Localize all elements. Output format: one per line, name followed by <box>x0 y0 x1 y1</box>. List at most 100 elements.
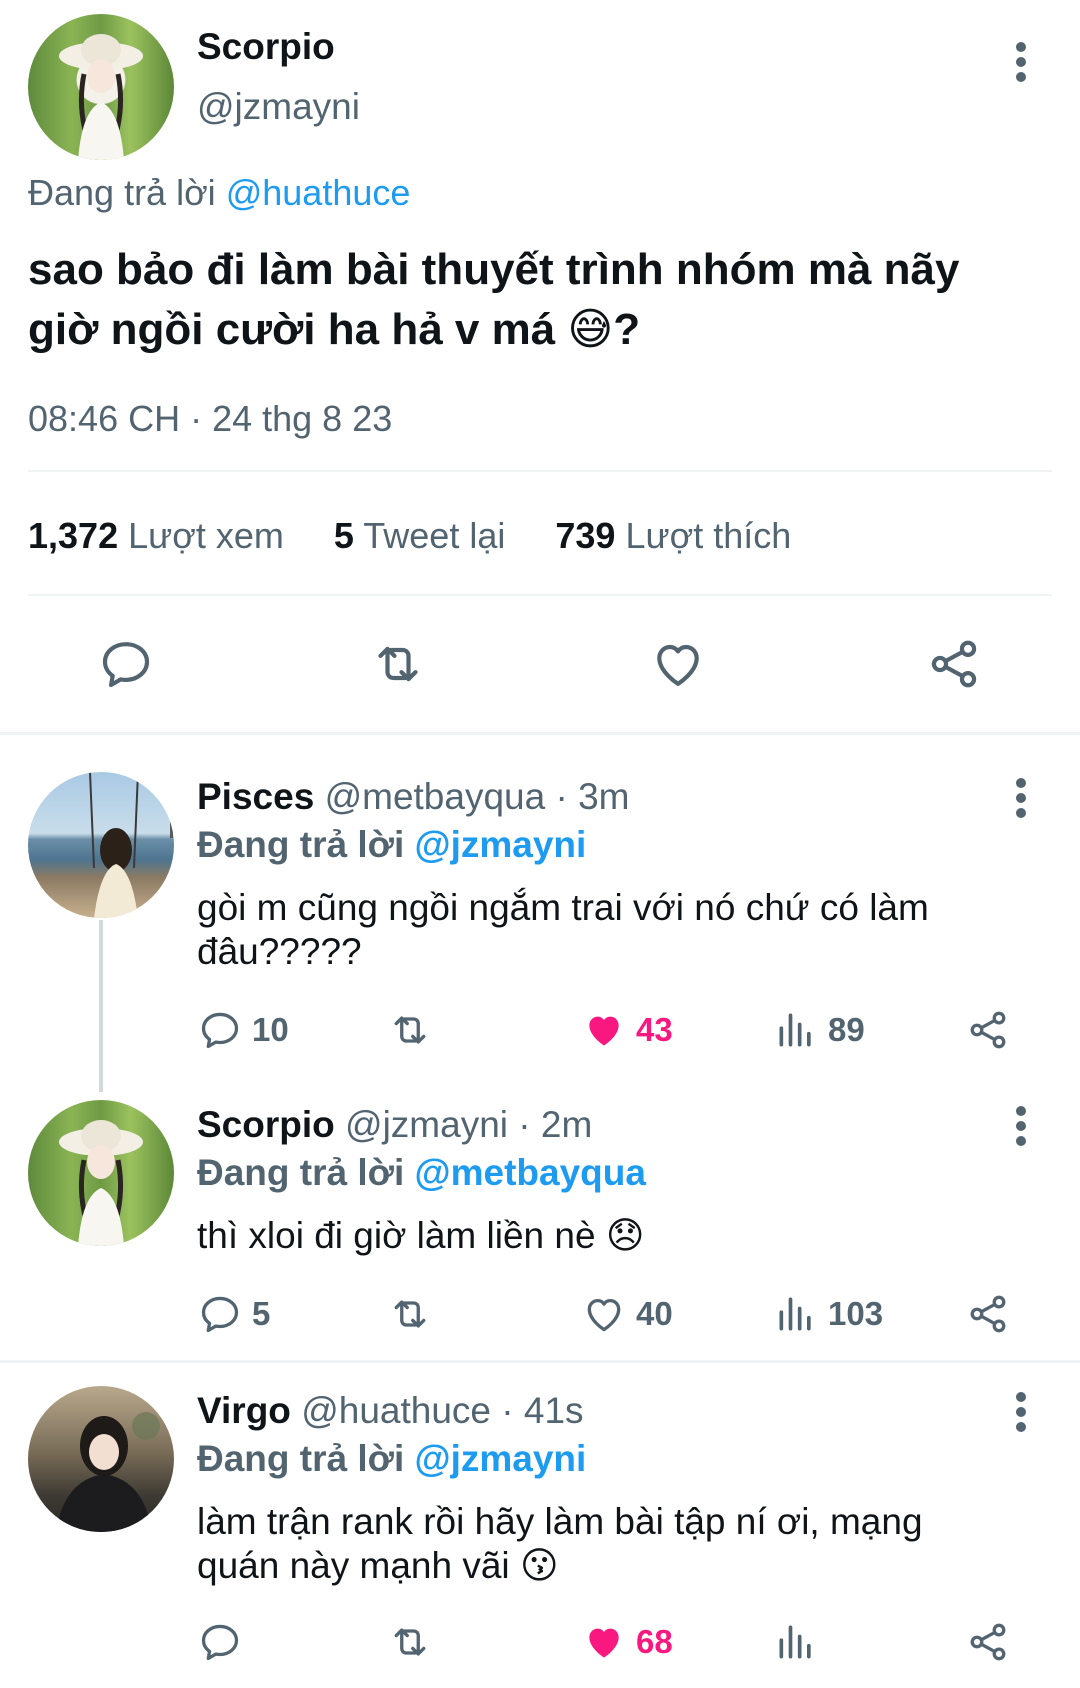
reply-button[interactable] <box>98 636 154 692</box>
main-avatar[interactable] <box>28 14 174 160</box>
views-label[interactable]: Lượt xem <box>128 515 284 556</box>
reply-handle[interactable]: @huathuce <box>301 1390 491 1431</box>
section-divider <box>0 1360 1080 1363</box>
retweet-icon <box>388 1292 432 1336</box>
section-divider <box>0 732 1080 735</box>
views-count: 1,372 <box>28 515 119 556</box>
reply-avatar[interactable] <box>28 1386 174 1532</box>
more-icon[interactable] <box>1015 1106 1027 1146</box>
likes-count: 739 <box>555 515 616 556</box>
reply-count: 10 <box>252 1011 289 1048</box>
reply-display-name[interactable]: Pisces <box>197 776 314 817</box>
share-button[interactable] <box>966 1008 1010 1052</box>
reply-icon <box>198 1292 242 1336</box>
like-button[interactable]: 43 <box>582 1008 673 1052</box>
reply-text: thì xloi đi giờ làm liền nè 😞 <box>197 1215 645 1256</box>
reply-icon <box>98 636 154 692</box>
share-button[interactable] <box>926 636 982 692</box>
like-icon <box>582 1620 626 1664</box>
sweat-smile-emoji: 😅 <box>567 305 614 354</box>
retweet-button[interactable] <box>388 1620 432 1664</box>
replying-to-handle[interactable]: @jzmayni <box>415 1438 587 1479</box>
share-button[interactable] <box>966 1292 1010 1336</box>
replying-to-handle[interactable]: @metbayqua <box>415 1152 646 1193</box>
reply-icon <box>198 1008 242 1052</box>
replying-to-handle[interactable]: @jzmayni <box>415 824 587 865</box>
retweet-icon <box>388 1620 432 1664</box>
tweet-text-line-1: sao bảo đi làm bài thuyết trình nhóm mà … <box>28 245 960 294</box>
kissing-emoji: 😗 <box>519 1545 559 1586</box>
like-count: 68 <box>636 1623 673 1660</box>
reply-handle[interactable]: @metbayqua <box>325 776 546 817</box>
views-button[interactable] <box>774 1620 818 1664</box>
divider <box>28 470 1052 472</box>
view-count: 89 <box>828 1011 865 1048</box>
tweet-text-line-2: giờ ngồi cười ha hả v má 😅? <box>28 305 641 354</box>
share-icon <box>966 1620 1010 1664</box>
reply-text: gòi m cũng ngồi ngắm trai với nó chứ có … <box>197 887 929 972</box>
thread-line <box>99 920 103 1092</box>
like-button[interactable] <box>650 636 706 692</box>
reply-icon <box>198 1620 242 1664</box>
likes-label[interactable]: Lượt thích <box>625 515 791 556</box>
reply-avatar[interactable] <box>28 1100 174 1246</box>
like-count: 40 <box>636 1295 673 1332</box>
retweet-button[interactable] <box>370 636 426 692</box>
like-icon <box>582 1008 626 1052</box>
views-button[interactable]: 103 <box>774 1292 883 1336</box>
reply-display-name[interactable]: Virgo <box>197 1390 291 1431</box>
replying-to-handle[interactable]: @huathuce <box>226 172 411 213</box>
retweet-icon <box>370 636 426 692</box>
more-icon[interactable] <box>1015 42 1027 82</box>
more-icon[interactable] <box>1015 778 1027 818</box>
share-icon <box>966 1292 1010 1336</box>
reply-header: Virgo @huathuce · 41s <box>197 1390 584 1432</box>
replying-to-line: Đang trả lời @jzmayni <box>197 1438 586 1480</box>
reply-text: làm trận rank rồi hãy làm bài tập ní ơi,… <box>197 1501 923 1586</box>
reply-time[interactable]: · 2m <box>508 1104 592 1145</box>
retweets-label[interactable]: Tweet lại <box>363 515 505 556</box>
retweets-count: 5 <box>333 515 354 556</box>
like-button[interactable]: 40 <box>582 1292 673 1336</box>
share-icon <box>926 636 982 692</box>
more-icon[interactable] <box>1015 1392 1027 1432</box>
replying-prefix: Đang trả lời <box>197 1438 405 1479</box>
replying-prefix: Đang trả lời <box>28 172 216 213</box>
replying-prefix: Đang trả lời <box>197 1152 405 1193</box>
reply-header: Pisces @metbayqua · 3m <box>197 776 629 818</box>
views-icon <box>774 1292 818 1336</box>
reply-button[interactable]: 10 <box>198 1008 289 1052</box>
reply-handle[interactable]: @jzmayni <box>345 1104 508 1145</box>
reply-time[interactable]: · 3m <box>545 776 629 817</box>
views-button[interactable]: 89 <box>774 1008 865 1052</box>
share-icon <box>966 1008 1010 1052</box>
reply-button[interactable] <box>198 1620 242 1664</box>
like-icon <box>582 1292 626 1336</box>
reply-avatar[interactable] <box>28 772 174 918</box>
reply-time[interactable]: · 41s <box>491 1390 583 1431</box>
disappointed-emoji: 😞 <box>605 1215 645 1256</box>
main-display-name[interactable]: Scorpio <box>197 26 335 68</box>
share-button[interactable] <box>966 1620 1010 1664</box>
like-count: 43 <box>636 1011 673 1048</box>
retweet-button[interactable] <box>388 1292 432 1336</box>
reply-header: Scorpio @jzmayni · 2m <box>197 1104 592 1146</box>
divider <box>28 594 1052 596</box>
like-icon <box>650 636 706 692</box>
timestamp[interactable]: 08:46 CH · 24 thg 8 23 <box>28 398 392 440</box>
views-icon <box>774 1008 818 1052</box>
main-handle[interactable]: @jzmayni <box>197 86 360 128</box>
retweet-icon <box>388 1008 432 1052</box>
reply-display-name[interactable]: Scorpio <box>197 1104 335 1145</box>
like-button[interactable]: 68 <box>582 1620 673 1664</box>
replying-to-line: Đang trả lời @jzmayni <box>197 824 586 866</box>
replying-to-line: Đang trả lời @metbayqua <box>197 1152 646 1194</box>
retweet-button[interactable] <box>388 1008 432 1052</box>
stats-row: 1,372 Lượt xem 5 Tweet lại 739 Lượt thíc… <box>28 515 791 557</box>
tweet-text: sao bảo đi làm bài thuyết trình nhóm mà … <box>28 240 1058 360</box>
replying-to-line: Đang trả lời @huathuce <box>28 172 410 214</box>
view-count: 103 <box>828 1295 884 1332</box>
reply-count: 5 <box>252 1295 271 1332</box>
reply-button[interactable]: 5 <box>198 1292 270 1336</box>
replying-prefix: Đang trả lời <box>197 824 405 865</box>
